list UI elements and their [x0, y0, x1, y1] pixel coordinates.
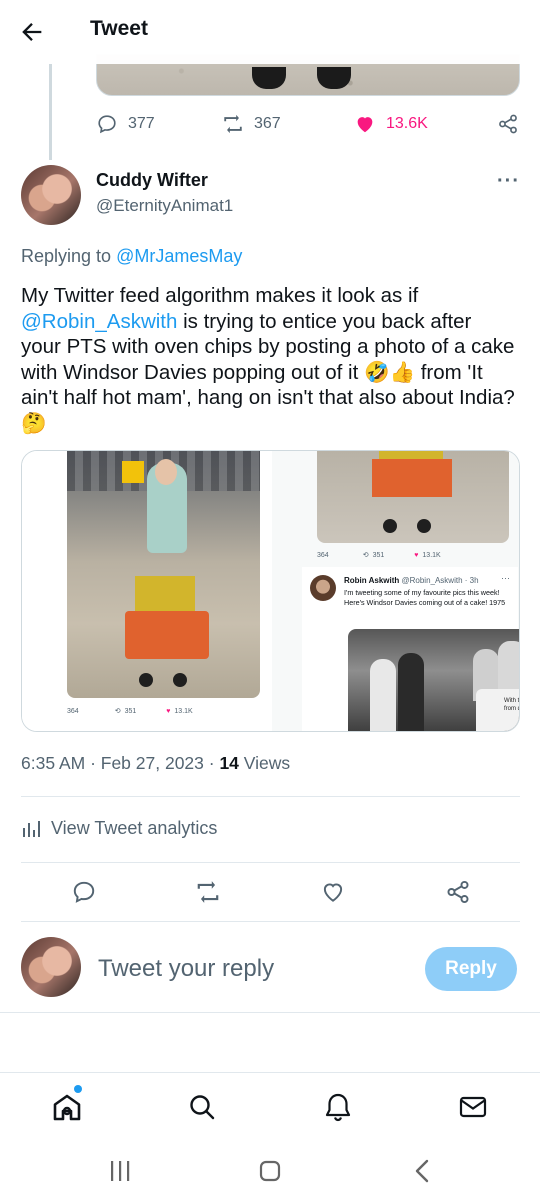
tweet-body: My Twitter feed algorithm makes it look …: [21, 283, 516, 436]
parent-reply-button[interactable]: 377: [96, 113, 155, 135]
system-navigation-bar: [0, 1142, 540, 1200]
right-stats: 364 ⟲ 351 ♥ 13.1K: [317, 551, 441, 560]
top-app-bar: Tweet: [0, 0, 540, 64]
views-count: 14: [219, 753, 239, 773]
embedded-author: Robin Askwith @Robin_Askwith · 3h: [344, 576, 479, 585]
reply-submit-button[interactable]: Reply: [425, 947, 517, 991]
views-label: Views: [238, 753, 291, 773]
view-analytics-link[interactable]: View Tweet analytics: [21, 818, 217, 839]
right-retweet-count: 351: [372, 551, 385, 559]
luggage-photo: [317, 451, 509, 543]
composer-avatar: [21, 937, 81, 997]
screenshot-right-panel: 364 ⟲ 351 ♥ 13.1K Robin Askwith @Robin_Ask…: [272, 451, 520, 731]
comment-icon: [73, 881, 95, 903]
left-like-count: 13.1K: [174, 707, 193, 715]
nav-search[interactable]: [186, 1091, 218, 1123]
analytics-label: View Tweet analytics: [51, 818, 218, 838]
parent-retweet-button[interactable]: 367: [222, 113, 281, 135]
replying-to-mention[interactable]: @MrJamesMay: [116, 246, 242, 266]
reply-input[interactable]: Tweet your reply: [98, 955, 274, 983]
embedded-tweet: Robin Askwith @Robin_Askwith · 3h ··· I'…: [302, 567, 520, 731]
heart-filled-icon: [357, 117, 373, 133]
airport-photo: [67, 451, 260, 698]
bar-chart-icon: [23, 820, 40, 837]
screenshot-left-panel: 364 ⟲ 351 ♥ 13.1K: [22, 451, 272, 731]
parent-retweet-count: 367: [254, 115, 281, 132]
timestamp-text: 6:35 AM · Feb 27, 2023 ·: [21, 753, 220, 773]
mail-icon: [459, 1096, 487, 1118]
page-title: Tweet: [90, 17, 148, 40]
bottom-navigation: [0, 1072, 540, 1142]
author-handle[interactable]: @EternityAnimat1: [96, 196, 233, 216]
recent-apps-icon[interactable]: [105, 1156, 135, 1186]
right-reply-count: 364: [317, 551, 329, 559]
home-notification-dot: [74, 1085, 82, 1093]
embedded-avatar: [310, 575, 336, 601]
heart-icon: [323, 883, 343, 902]
retweet-icon: [224, 114, 242, 134]
replying-to-line: Replying to @MrJamesMay: [21, 246, 242, 267]
share-icon: [447, 880, 469, 904]
embedded-more-icon: ···: [501, 573, 510, 583]
parent-like-count: 13.6K: [386, 115, 428, 132]
tweet-timestamp: 6:35 AM · Feb 27, 2023 · 14 Views: [21, 753, 290, 774]
reply-button[interactable]: [71, 879, 97, 905]
embedded-name: Robin Askwith: [344, 576, 400, 585]
nav-messages[interactable]: [457, 1091, 489, 1123]
author-avatar[interactable]: [21, 165, 81, 225]
bell-icon: [325, 1093, 351, 1122]
more-options-icon[interactable]: ···: [497, 170, 520, 193]
system-back-icon[interactable]: [408, 1156, 438, 1186]
home-icon: [53, 1094, 81, 1121]
left-retweet-count: 351: [124, 707, 137, 715]
share-icon: [499, 114, 517, 134]
parent-reply-count: 377: [128, 115, 155, 132]
author-name[interactable]: Cuddy Wifter: [96, 170, 208, 191]
divider: [21, 862, 520, 863]
parent-like-button[interactable]: 13.6K: [354, 113, 428, 135]
comment-icon: [98, 115, 116, 134]
tweet-text-part-1: My Twitter feed algorithm makes it look …: [21, 284, 419, 307]
embedded-text: I'm tweeting some of my favourite pics t…: [344, 588, 506, 607]
nav-notifications[interactable]: [322, 1091, 354, 1123]
back-arrow-icon[interactable]: [18, 18, 46, 46]
left-stats: 364 ⟲ 351 ♥ 13.1K: [67, 707, 193, 716]
retweet-button[interactable]: [195, 879, 221, 905]
search-icon: [190, 1095, 215, 1120]
right-like-count: 13.1K: [422, 551, 441, 559]
divider: [21, 921, 520, 922]
embedded-handle: @Robin_Askwith · 3h: [399, 576, 479, 585]
tweet-mention-link[interactable]: @Robin_Askwith: [21, 310, 177, 333]
cake-caption: With too from da 10: [504, 698, 520, 712]
left-reply-count: 364: [67, 707, 79, 715]
windsor-davies-photo: With too from da 10: [348, 629, 520, 731]
tweet-media-image[interactable]: 364 ⟲ 351 ♥ 13.1K 364 ⟲ 351 ♥ 13.1K Robin As…: [21, 450, 520, 732]
divider: [21, 796, 520, 797]
thread-connector-line: [49, 64, 52, 160]
home-button-icon[interactable]: [255, 1156, 285, 1186]
share-button[interactable]: [445, 879, 471, 905]
retweet-icon: [197, 881, 219, 903]
like-button[interactable]: [320, 879, 346, 905]
parent-share-button[interactable]: [497, 113, 519, 135]
reply-composer: Tweet your reply Reply: [0, 925, 540, 1013]
replying-prefix: Replying to: [21, 246, 117, 266]
nav-home[interactable]: [51, 1091, 83, 1123]
